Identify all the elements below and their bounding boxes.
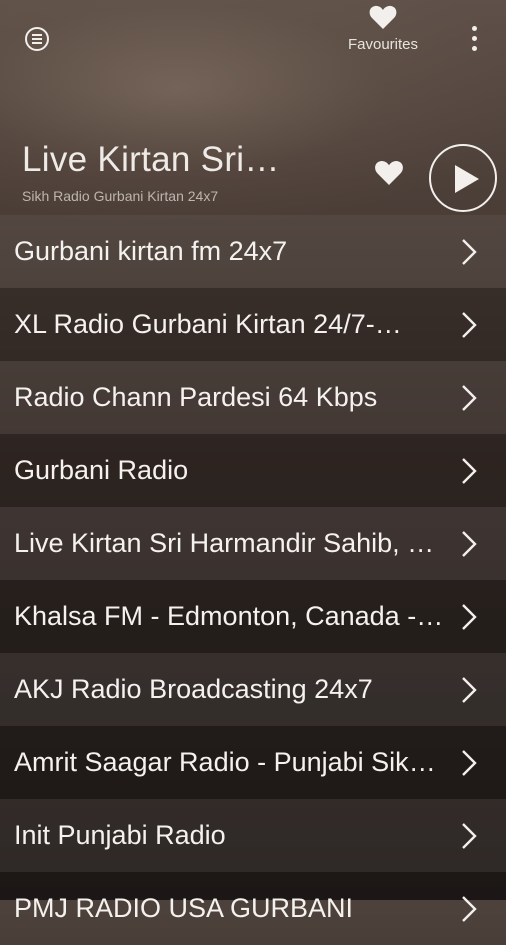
station-label: Khalsa FM - Edmonton, Canada -… [14, 601, 444, 631]
chevron-right-icon [462, 603, 477, 630]
station-item[interactable]: Khalsa FM - Edmonton, Canada -… [0, 580, 506, 653]
station-label: XL Radio Gurbani Kirtan 24/7-… [14, 309, 402, 339]
station-item[interactable]: Init Punjabi Radio [0, 799, 506, 872]
chevron-right-icon [462, 457, 477, 484]
station-label: PMJ RADIO USA GURBANI [14, 893, 354, 923]
station-label: Live Kirtan Sri Harmandir Sahib, … [14, 528, 435, 558]
chevron-right-icon [462, 311, 477, 338]
chevron-right-icon [462, 749, 477, 776]
now-playing-subtitle: Sikh Radio Gurbani Kirtan 24x7 [22, 188, 219, 204]
station-item[interactable]: Amrit Saagar Radio - Punjabi Sikh… [0, 726, 506, 799]
now-playing-header: Live Kirtan Sri… Sikh Radio Gurbani Kirt… [0, 140, 506, 215]
chevron-right-icon [462, 238, 477, 265]
more-options-icon[interactable] [468, 26, 482, 54]
station-list: Gurbani kirtan fm 24x7 XL Radio Gurbani … [0, 215, 506, 945]
favourites-button[interactable]: Favourites [338, 4, 428, 53]
station-label: Gurbani Radio [14, 455, 189, 485]
chevron-right-icon [462, 530, 477, 557]
menu-icon[interactable] [25, 27, 49, 51]
station-label: Amrit Saagar Radio - Punjabi Sikh… [14, 747, 446, 777]
station-item[interactable]: Gurbani kirtan fm 24x7 [0, 215, 506, 288]
heart-icon [369, 5, 397, 30]
station-label: Gurbani kirtan fm 24x7 [14, 236, 288, 266]
favourites-label: Favourites [347, 36, 419, 53]
station-item[interactable]: Radio Chann Pardesi 64 Kbps [0, 361, 506, 434]
chevron-right-icon [462, 384, 477, 411]
station-item[interactable]: XL Radio Gurbani Kirtan 24/7-… [0, 288, 506, 361]
favourite-heart-icon[interactable] [374, 159, 404, 186]
station-item[interactable]: PMJ RADIO USA GURBANI [0, 872, 506, 945]
chevron-right-icon [462, 676, 477, 703]
play-button[interactable] [429, 144, 497, 212]
station-item[interactable]: Live Kirtan Sri Harmandir Sahib, … [0, 507, 506, 580]
chevron-right-icon [462, 822, 477, 849]
station-item[interactable]: AKJ Radio Broadcasting 24x7 [0, 653, 506, 726]
station-item[interactable]: Gurbani Radio [0, 434, 506, 507]
top-bar: Favourites [0, 0, 506, 70]
play-icon [455, 165, 479, 193]
station-label: AKJ Radio Broadcasting 24x7 [14, 674, 373, 704]
chevron-right-icon [462, 895, 477, 922]
station-label: Init Punjabi Radio [14, 820, 226, 850]
now-playing-title: Live Kirtan Sri… [22, 140, 280, 179]
station-label: Radio Chann Pardesi 64 Kbps [14, 382, 378, 412]
